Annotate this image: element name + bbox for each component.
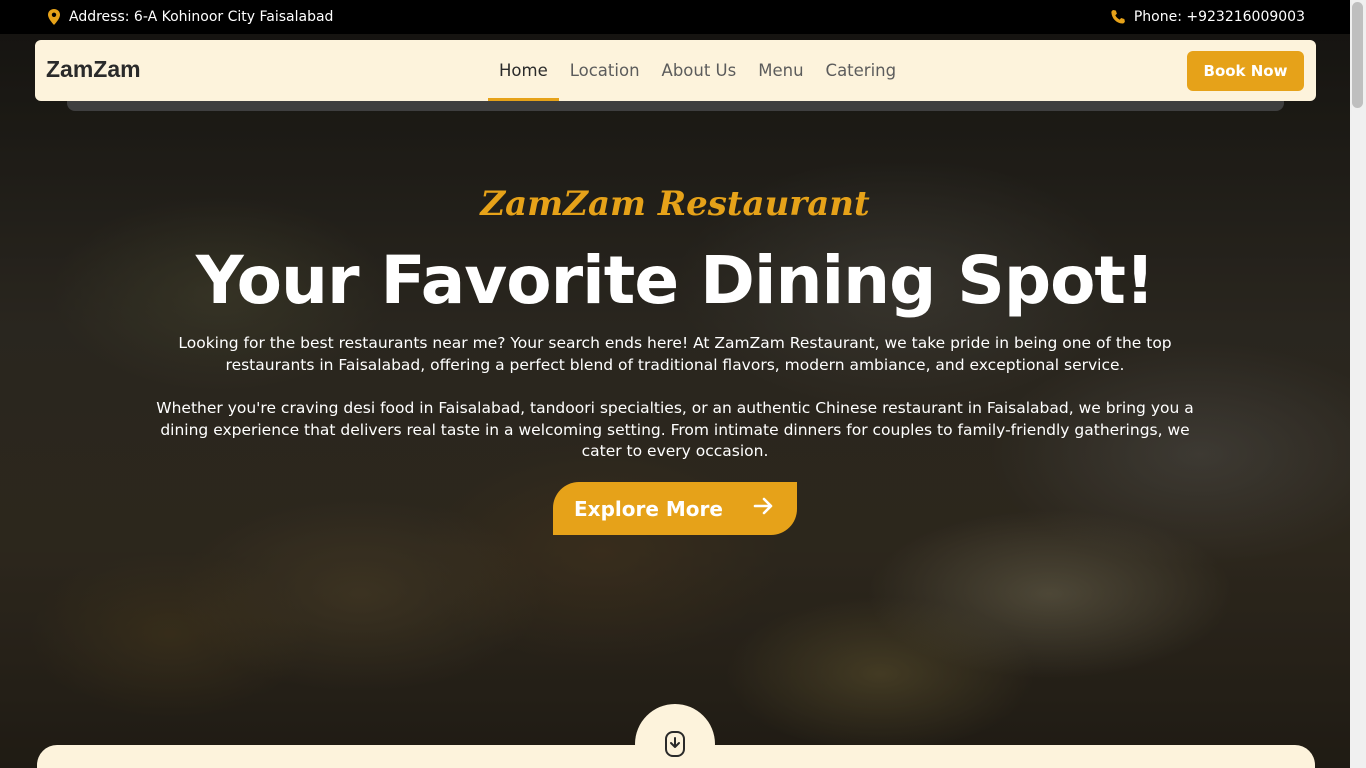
hero-section: ZamZam Restaurant Your Favorite Dining S… [0, 34, 1350, 768]
hero-paragraph-2: Whether you're craving desi food in Fais… [156, 399, 1194, 460]
brand-logo[interactable]: ZamZam [46, 56, 141, 83]
main-navbar: ZamZam Home Location About Us Menu Cater… [35, 40, 1316, 101]
nav-item-menu[interactable]: Menu [747, 40, 814, 101]
scrollbar-thumb[interactable] [1352, 2, 1363, 108]
nav-menu: Home Location About Us Menu Catering [488, 40, 907, 101]
explore-more-button[interactable]: Explore More [553, 482, 797, 535]
top-info-bar: Address: 6-A Kohinoor City Faisalabad Ph… [0, 0, 1350, 34]
book-now-button[interactable]: Book Now [1187, 51, 1304, 91]
location-pin-icon [47, 9, 61, 25]
explore-more-label: Explore More [574, 496, 723, 521]
scroll-down-button[interactable] [635, 704, 715, 768]
hero-script-title: ZamZam Restaurant [480, 184, 870, 224]
nav-item-about-us[interactable]: About Us [651, 40, 748, 101]
nav-item-catering[interactable]: Catering [815, 40, 908, 101]
phone-text[interactable]: Phone: +923216009003 [1134, 9, 1305, 25]
nav-item-location[interactable]: Location [559, 40, 651, 101]
nav-item-home[interactable]: Home [488, 40, 559, 101]
page-scrollbar[interactable] [1350, 0, 1366, 768]
address-info: Address: 6-A Kohinoor City Faisalabad [47, 9, 333, 25]
arrow-right-icon [753, 496, 775, 521]
hero-title: Your Favorite Dining Spot! [195, 242, 1155, 319]
phone-info: Phone: +923216009003 [1110, 9, 1305, 25]
hero-paragraph-1: Looking for the best restaurants near me… [178, 334, 1172, 374]
address-text: Address: 6-A Kohinoor City Faisalabad [69, 9, 334, 25]
phone-icon [1110, 9, 1126, 25]
scroll-down-icon [661, 730, 689, 758]
